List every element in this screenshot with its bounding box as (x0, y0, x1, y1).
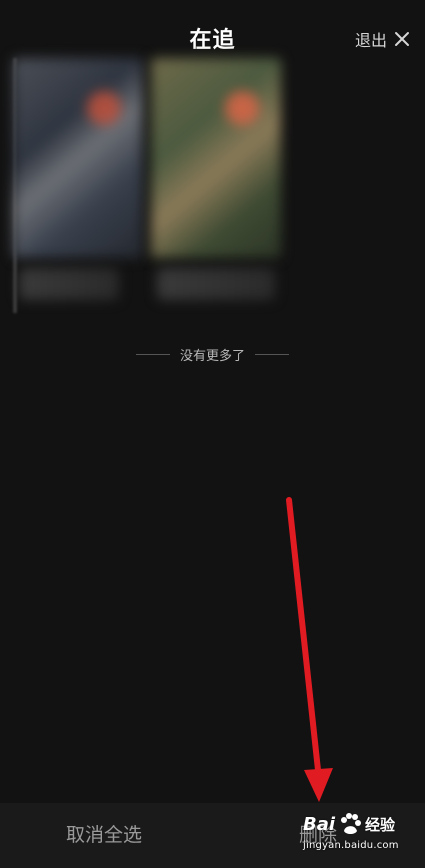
show-caption-blurred (157, 268, 275, 300)
show-card[interactable] (151, 58, 281, 313)
show-poster (13, 58, 143, 258)
watermark-url: jingyan.baidu.com (303, 840, 399, 851)
exit-label: 退出 (354, 31, 387, 50)
show-poster (151, 58, 281, 258)
followed-shows-grid (13, 58, 283, 313)
watermark-brand: Bai 经验 (303, 810, 413, 838)
show-caption-blurred (19, 268, 119, 300)
baidu-jingyan-watermark: Bai 经验 jingyan.baidu.com (299, 808, 417, 862)
close-icon (395, 32, 409, 46)
end-of-list-indicator: 没有更多了 (0, 345, 425, 364)
exit-button[interactable]: 退出 (355, 27, 410, 51)
divider-line (135, 354, 170, 355)
cancel-select-all-button[interactable]: 取消全选 (66, 820, 142, 847)
end-of-list-text: 没有更多了 (179, 349, 245, 364)
watermark-brand-suffix: 经验 (365, 815, 396, 834)
show-card[interactable] (13, 58, 143, 313)
app-screen: 在追 退出 没有更多了 取消全选 删除 Bai 经验 jingyan.baidu… (0, 0, 425, 868)
divider-line (255, 354, 289, 355)
watermark-brand-text: Bai (303, 813, 336, 835)
baidu-paw-icon (341, 813, 362, 834)
